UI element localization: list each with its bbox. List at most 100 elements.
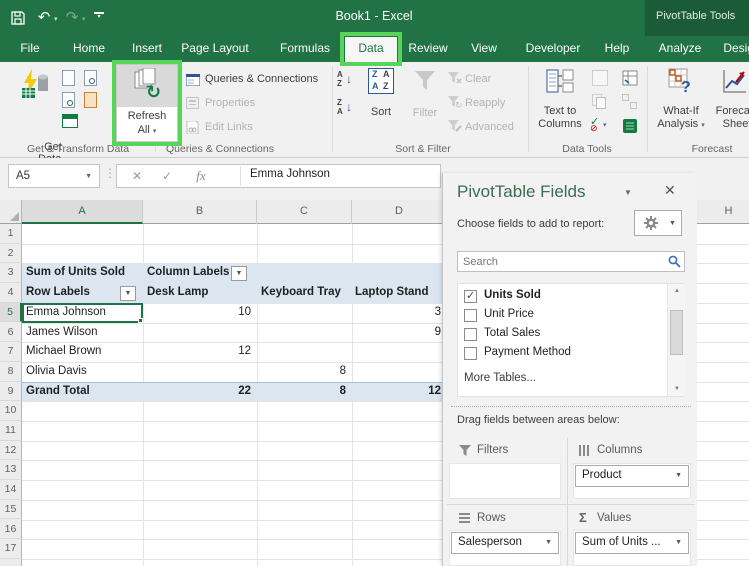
cell-b5[interactable]: 10 — [143, 303, 251, 323]
cell-b3[interactable]: Column Labels — [147, 263, 231, 283]
checkbox-payment-method[interactable] — [464, 347, 477, 360]
cell-b9[interactable]: 22 — [143, 382, 251, 402]
row-header[interactable]: 10 — [0, 401, 22, 421]
field-row-total-sales[interactable]: Total Sales — [458, 326, 658, 345]
properties-item[interactable]: Properties — [205, 97, 255, 109]
consolidate-icon[interactable] — [622, 70, 638, 86]
tab-developer[interactable]: Developer — [526, 41, 581, 55]
scrollbar-thumb[interactable] — [670, 310, 683, 355]
reapply-item[interactable]: Reapply — [465, 97, 505, 109]
flash-fill-icon[interactable] — [592, 70, 608, 86]
values-field-chip[interactable]: Sum of Units ... ▼ — [575, 532, 689, 554]
column-header-b[interactable]: B — [143, 200, 257, 224]
row-header[interactable]: 15 — [0, 500, 22, 520]
row-header[interactable]: 5 — [0, 303, 22, 323]
more-tables-link[interactable]: More Tables... — [464, 372, 536, 384]
field-row-unit-price[interactable]: Unit Price — [458, 307, 658, 326]
cell-c9[interactable]: 8 — [257, 382, 346, 402]
tab-view[interactable]: View — [471, 41, 497, 55]
name-box[interactable]: A5 ▼ — [8, 164, 100, 188]
fill-handle[interactable] — [138, 318, 143, 323]
cell-b7[interactable]: 12 — [143, 342, 251, 362]
active-cell-selection[interactable] — [22, 303, 143, 323]
name-box-dropdown-icon[interactable]: ▼ — [85, 166, 92, 188]
tools-dropdown-icon[interactable]: ▼ — [669, 220, 676, 227]
from-table-icon[interactable] — [62, 114, 78, 128]
clear-item[interactable]: Clear — [465, 73, 491, 85]
filter-button[interactable]: Filter — [404, 66, 446, 138]
data-validation-icon[interactable]: ✓ ⊘ ▾ — [590, 118, 610, 134]
field-row-payment-method[interactable]: Payment Method — [458, 345, 658, 364]
chevron-down-icon[interactable]: ▼ — [675, 539, 682, 546]
checkbox-units-sold[interactable] — [464, 290, 477, 303]
cell-a6[interactable]: James Wilson — [26, 323, 138, 343]
scroll-up-icon[interactable]: ▲ — [671, 288, 683, 294]
columns-field-chip[interactable]: Product ▼ — [575, 465, 689, 487]
column-header-h[interactable]: H — [697, 200, 749, 224]
checkbox-unit-price[interactable] — [464, 309, 477, 322]
row-header[interactable]: 17 — [0, 539, 22, 559]
sort-button[interactable]: Z A A Z Sort — [362, 66, 400, 138]
tab-insert[interactable]: Insert — [132, 41, 162, 55]
sort-za-icon[interactable]: Z A ↓ — [337, 98, 357, 118]
customize-quick-access-icon[interactable]: ▾ — [94, 12, 104, 21]
row-header[interactable]: 2 — [0, 244, 22, 264]
tab-help[interactable]: Help — [605, 41, 630, 55]
cell-c8[interactable]: 8 — [257, 362, 346, 382]
search-input[interactable] — [457, 251, 685, 272]
relationships-icon[interactable] — [622, 94, 638, 110]
cell-d4[interactable]: Laptop Stand — [355, 283, 447, 303]
cell-c4[interactable]: Keyboard Tray — [261, 283, 351, 303]
redo-icon[interactable]: ↷ — [62, 8, 82, 28]
what-if-analysis-button[interactable]: ? What-If Analysis ▾ — [656, 66, 706, 138]
checkbox-total-sales[interactable] — [464, 328, 477, 341]
cell-a7[interactable]: Michael Brown — [26, 342, 138, 362]
sort-az-icon[interactable]: A Z ↓ — [337, 70, 357, 90]
tab-formulas[interactable]: Formulas — [280, 41, 330, 55]
column-header-c[interactable]: C — [257, 200, 352, 224]
insert-function-icon[interactable]: fx — [192, 166, 210, 186]
cell-a3[interactable]: Sum of Units Sold — [26, 263, 138, 283]
cell-a9-grand-total[interactable]: Grand Total — [26, 382, 138, 402]
save-icon[interactable] — [8, 8, 28, 28]
new-query-icon[interactable] — [62, 70, 75, 86]
from-file-icon[interactable] — [62, 92, 75, 108]
formula-content[interactable]: Emma Johnson — [250, 168, 330, 180]
edit-links-item[interactable]: Edit Links — [205, 121, 253, 133]
row-header[interactable]: 9 — [0, 382, 22, 402]
filters-drop-area[interactable] — [449, 463, 561, 499]
advanced-item[interactable]: Advanced — [465, 121, 514, 133]
queries-connections-item[interactable]: Queries & Connections — [205, 73, 318, 85]
redo-dropdown-icon[interactable]: ▾ — [82, 15, 86, 23]
recent-sources-icon[interactable] — [84, 70, 97, 86]
row-header[interactable]: 13 — [0, 460, 22, 480]
undo-icon[interactable]: ↶ — [34, 8, 54, 28]
tab-review[interactable]: Review — [408, 41, 447, 55]
field-row-units-sold[interactable]: Units Sold — [458, 288, 658, 307]
row-header[interactable]: 8 — [0, 362, 22, 382]
enter-icon[interactable]: ✓ — [158, 166, 176, 186]
tab-design[interactable]: Design — [723, 41, 749, 55]
cell-d6[interactable]: 9 — [352, 323, 441, 343]
column-header-d[interactable]: D — [352, 200, 447, 224]
tab-home[interactable]: Home — [73, 41, 105, 55]
cell-d9[interactable]: 12 — [352, 382, 441, 402]
row-header[interactable]: 12 — [0, 441, 22, 461]
row-header[interactable]: 4 — [0, 283, 22, 303]
row-header[interactable]: 16 — [0, 520, 22, 540]
field-list-scrollbar[interactable]: ▲ ▼ — [667, 284, 685, 396]
row-header[interactable]: 1 — [0, 224, 22, 244]
pane-close-icon[interactable]: ✕ — [664, 182, 676, 199]
rows-field-chip[interactable]: Salesperson ▼ — [451, 532, 559, 554]
cell-a4[interactable]: Row Labels — [26, 283, 118, 303]
column-labels-filter-icon[interactable]: ▼ — [231, 266, 247, 281]
cell-b4[interactable]: Desk Lamp — [147, 283, 253, 303]
cancel-icon[interactable]: ✕ — [128, 166, 146, 186]
scroll-down-icon[interactable]: ▼ — [671, 386, 683, 392]
get-data-button[interactable]: Get Data ▾ — [14, 68, 58, 138]
row-header[interactable]: 11 — [0, 421, 22, 441]
formula-bar-splitter[interactable]: ⋮ — [104, 166, 116, 180]
cell-a8[interactable]: Olivia Davis — [26, 362, 138, 382]
undo-dropdown-icon[interactable]: ▾ — [54, 15, 58, 23]
data-model-icon[interactable] — [622, 118, 638, 134]
